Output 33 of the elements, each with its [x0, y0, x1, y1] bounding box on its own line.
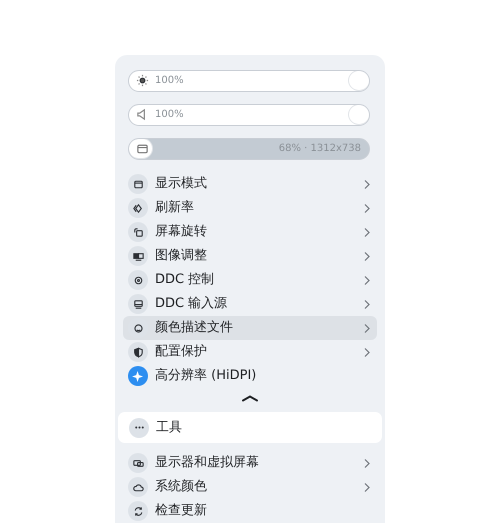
slider-value: 100%: [155, 74, 184, 88]
chevron-icon: [363, 458, 371, 468]
chevron-icon: [363, 250, 371, 262]
more-icon: [129, 418, 149, 438]
menu-item[interactable]: 显示器和虚拟屏幕: [123, 451, 377, 475]
menu-item[interactable]: 显示模式: [123, 172, 377, 196]
menu-item[interactable]: DDC 输入源: [123, 292, 377, 316]
chevron-icon: [363, 178, 371, 190]
menu-item[interactable]: DDC 控制: [123, 268, 377, 292]
cloud-icon: [128, 477, 148, 497]
monitor-icon: [128, 453, 148, 473]
collapse-icon[interactable]: [241, 394, 259, 402]
menu-item[interactable]: 屏幕旋转: [123, 220, 377, 244]
chevron-icon: [363, 298, 371, 310]
chevron-icon: [363, 482, 371, 492]
chevron-icon: [363, 274, 371, 286]
slider-thumb[interactable]: [349, 71, 369, 90]
menu-item[interactable]: 刷新率: [123, 196, 377, 220]
chevron-icon: [363, 346, 371, 358]
sun-icon: [136, 74, 149, 87]
chevron-icon: [363, 226, 371, 238]
chevron-icon: [363, 202, 371, 214]
menu-item[interactable]: 高分辨率 (HiDPI): [123, 364, 377, 388]
menu-item[interactable]: 图像调整: [123, 244, 377, 268]
refresh-icon: [128, 501, 148, 521]
slider-thumb[interactable]: [349, 105, 369, 124]
menu-item[interactable]: 系统颜色: [123, 475, 377, 499]
menu-item[interactable]: 检查更新: [123, 499, 377, 523]
slider-value: 100%: [155, 108, 184, 122]
menu-item[interactable]: 配置保护: [123, 340, 377, 364]
chevron-icon: [363, 322, 371, 334]
tools-item[interactable]: 工具: [118, 412, 382, 443]
menu-item[interactable]: 颜色描述文件: [123, 316, 377, 340]
